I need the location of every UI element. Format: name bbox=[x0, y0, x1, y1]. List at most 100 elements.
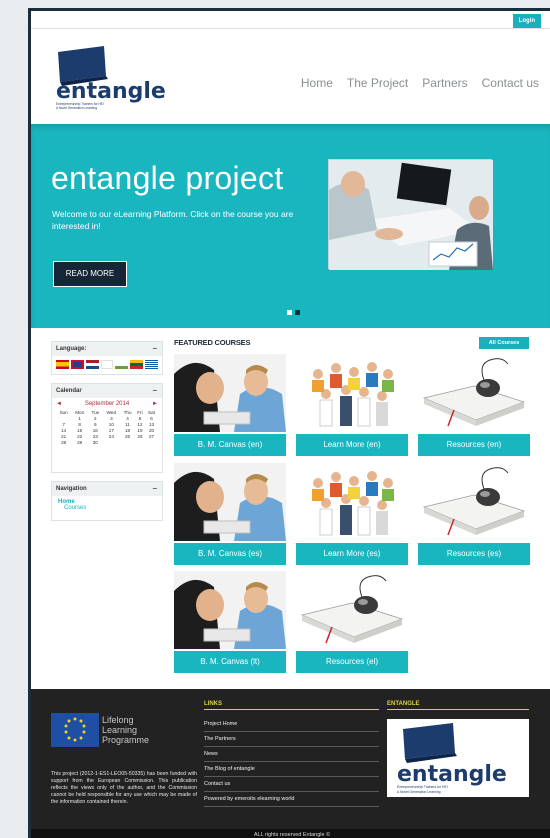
collapse-icon[interactable]: − bbox=[152, 342, 157, 356]
calendar-prev-icon[interactable]: ◄ bbox=[56, 401, 62, 407]
navigation-header: Navigation − bbox=[52, 482, 162, 496]
calendar-next-icon[interactable]: ► bbox=[152, 401, 158, 407]
lifelong-learning-text: Lifelong Learning Programme bbox=[102, 715, 149, 745]
main-nav: Home The Project Partners Contact us bbox=[301, 76, 539, 90]
nav-partners[interactable]: Partners bbox=[422, 76, 467, 90]
course-label[interactable]: Resources (el) bbox=[296, 651, 408, 673]
course-card[interactable]: Learn More (en) bbox=[296, 354, 408, 456]
funding-disclaimer: This project (2012-1-ES1-LEO05-50335) ha… bbox=[51, 771, 197, 805]
page-frame: Login entangle Entrepreneurship Trainers… bbox=[28, 8, 550, 838]
lll-line: Learning bbox=[102, 725, 138, 735]
calendar-month: September 2014 bbox=[84, 401, 130, 407]
footer-link-news[interactable]: News bbox=[204, 747, 379, 762]
language-block: Language: − bbox=[51, 341, 163, 375]
course-card[interactable]: B. M. Canvas (lt) bbox=[174, 571, 286, 673]
footer-link-project-home[interactable]: Project Home bbox=[204, 717, 379, 732]
language-header: Language: − bbox=[52, 342, 162, 356]
calendar-block: Calendar − ◄ September 2014 ► Sun Mon Tu… bbox=[51, 383, 163, 473]
book-mouse-thumbnail[interactable] bbox=[296, 571, 408, 649]
calendar-date[interactable] bbox=[135, 439, 145, 445]
course-label[interactable]: B. M. Canvas (lt) bbox=[174, 651, 286, 673]
collapse-icon[interactable]: − bbox=[152, 384, 157, 398]
lll-line: Programme bbox=[102, 735, 150, 745]
slider-dots bbox=[287, 310, 300, 315]
course-label[interactable]: Learn More (en) bbox=[296, 434, 408, 456]
calendar-header: Calendar − bbox=[52, 384, 162, 398]
nav-home[interactable]: Home bbox=[301, 76, 333, 90]
logo-text: entangle bbox=[56, 79, 166, 104]
language-flags bbox=[52, 356, 162, 373]
calendar-date[interactable] bbox=[145, 439, 158, 445]
navigation-list: Home Courses bbox=[52, 496, 162, 514]
calendar-date[interactable]: 28 bbox=[56, 439, 71, 445]
nav-contact-us[interactable]: Contact us bbox=[482, 76, 539, 90]
book-mouse-thumbnail[interactable] bbox=[418, 354, 530, 432]
slider-dot[interactable] bbox=[295, 310, 300, 315]
course-label[interactable]: B. M. Canvas (en) bbox=[174, 434, 286, 456]
slider-dot[interactable] bbox=[287, 310, 292, 315]
flag-gr2-icon[interactable] bbox=[145, 360, 159, 369]
site-footer: Lifelong Learning Programme This project… bbox=[31, 689, 550, 829]
copyright: ALL rights reserved Entangle © bbox=[31, 829, 550, 838]
calendar-date[interactable]: 29 bbox=[71, 439, 88, 445]
entangle-logo[interactable]: entangle Entrepreneurship Trainers for H… bbox=[56, 42, 168, 112]
footer-link-contact[interactable]: Contact us bbox=[204, 777, 379, 792]
collapse-icon[interactable]: − bbox=[152, 482, 157, 496]
calendar-date[interactable] bbox=[120, 439, 135, 445]
flag-uk-icon[interactable] bbox=[70, 360, 84, 369]
hero-banner: entangle project Welcome to our eLearnin… bbox=[31, 124, 550, 328]
course-label[interactable]: Resources (en) bbox=[418, 434, 530, 456]
login-button[interactable]: Login bbox=[512, 14, 541, 28]
people-laptop-thumbnail[interactable] bbox=[174, 571, 286, 649]
read-more-button[interactable]: READ MORE bbox=[53, 261, 127, 287]
hero-title: entangle project bbox=[51, 160, 284, 196]
lll-line: Lifelong bbox=[102, 715, 134, 725]
course-card[interactable]: B. M. Canvas (es) bbox=[174, 463, 286, 565]
course-card[interactable]: Resources (el) bbox=[296, 571, 408, 673]
calendar-date[interactable]: 30 bbox=[88, 439, 103, 445]
people-laptop-thumbnail[interactable] bbox=[174, 463, 286, 541]
all-courses-button[interactable]: All Courses bbox=[479, 337, 529, 349]
language-title: Language: bbox=[56, 346, 87, 352]
nav-the-project[interactable]: The Project bbox=[347, 76, 408, 90]
sidebar-item-courses[interactable]: Courses bbox=[58, 505, 156, 511]
hero-image bbox=[328, 159, 493, 270]
flag-gr-icon[interactable] bbox=[100, 360, 114, 369]
footer-link-partners[interactable]: The Partners bbox=[204, 732, 379, 747]
flag-lt-icon[interactable] bbox=[130, 360, 144, 369]
flag-nl-icon[interactable] bbox=[85, 360, 99, 369]
calendar-grid: Sun Mon Tue Wed Thu Fri Sat 1 2 3 4 5 6 bbox=[56, 409, 158, 445]
footer-link-powered-by[interactable]: Powered by emeroits elearning world bbox=[204, 792, 379, 807]
course-label[interactable]: Learn More (es) bbox=[296, 543, 408, 565]
course-label[interactable]: Resources (es) bbox=[418, 543, 530, 565]
course-card[interactable]: Resources (en) bbox=[418, 354, 530, 456]
flag-es-icon[interactable] bbox=[56, 360, 69, 369]
course-card[interactable]: B. M. Canvas (en) bbox=[174, 354, 286, 456]
footer-logo-tagline-2: A Novel Generation Learning bbox=[397, 790, 441, 794]
hero-subtitle: Welcome to our eLearning Platform. Click… bbox=[52, 209, 294, 231]
course-label[interactable]: B. M. Canvas (es) bbox=[174, 543, 286, 565]
site-header: entangle Entrepreneurship Trainers for H… bbox=[31, 30, 550, 124]
book-mouse-thumbnail[interactable] bbox=[418, 463, 530, 541]
footer-logo-tagline-1: Entrepreneurship Trainers for HEI bbox=[397, 785, 448, 789]
flag-cy-icon[interactable] bbox=[115, 360, 129, 369]
links-heading: LINKS bbox=[204, 701, 379, 710]
footer-links: Project Home The Partners News The Blog … bbox=[204, 717, 379, 807]
course-card[interactable]: Resources (es) bbox=[418, 463, 530, 565]
people-laptop-thumbnail[interactable] bbox=[174, 354, 286, 432]
top-bar: Login bbox=[31, 11, 550, 29]
featured-courses-title: FEATURED COURSES bbox=[174, 338, 251, 347]
calendar: ◄ September 2014 ► Sun Mon Tue Wed Thu F… bbox=[52, 398, 162, 448]
footer-entangle-logo[interactable]: entangle Entrepreneurship Trainers for H… bbox=[387, 719, 529, 797]
entangle-heading: ENTANGLE bbox=[387, 701, 529, 710]
logo-tagline-2: A Novel Generation Learning bbox=[56, 106, 97, 110]
calendar-date[interactable] bbox=[103, 439, 121, 445]
footer-link-blog[interactable]: The Blog of entangle bbox=[204, 762, 379, 777]
navigation-block: Navigation − Home Courses bbox=[51, 481, 163, 521]
course-card[interactable]: Learn More (es) bbox=[296, 463, 408, 565]
team-group-thumbnail[interactable] bbox=[296, 463, 408, 541]
footer-logo-text: entangle bbox=[397, 762, 507, 787]
navigation-title: Navigation bbox=[56, 486, 87, 492]
team-group-thumbnail[interactable] bbox=[296, 354, 408, 432]
calendar-title: Calendar bbox=[56, 388, 82, 394]
